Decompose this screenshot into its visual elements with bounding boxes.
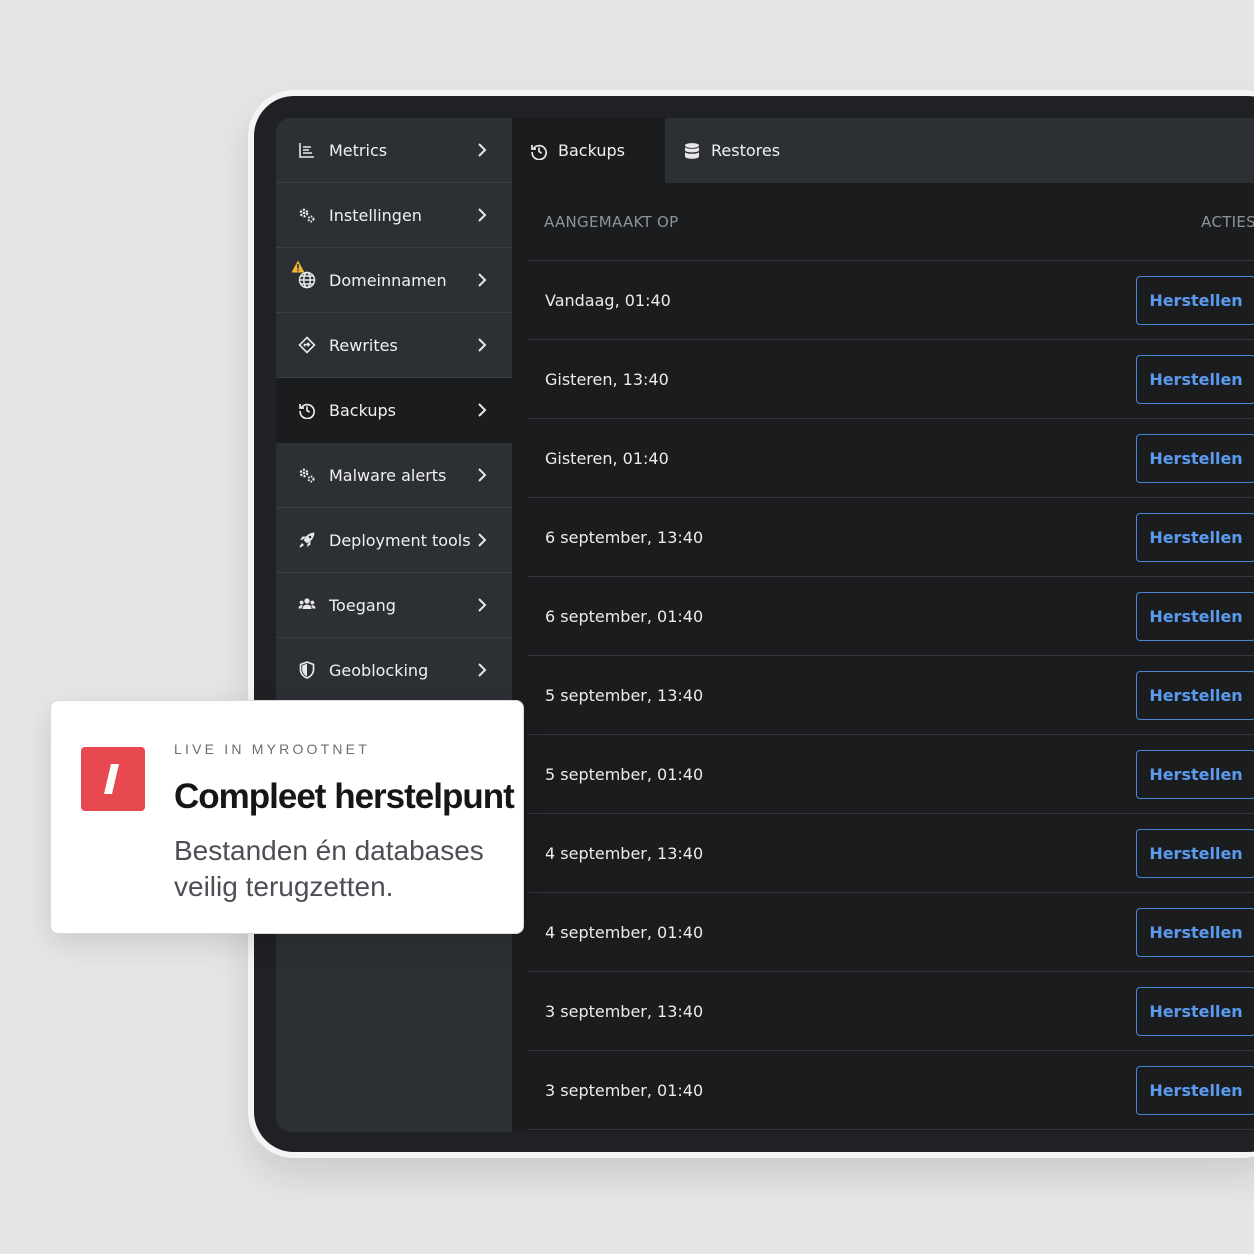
- restore-button[interactable]: Herstellen: [1136, 670, 1254, 720]
- table-row: Vandaag, 01:40 Herstellen: [528, 261, 1254, 340]
- table-row: 3 september, 01:40 Herstellen: [528, 1051, 1254, 1130]
- gears-icon: [298, 466, 316, 484]
- device-frame: Metrics Instellingen Domeinnamen Rewrite…: [248, 90, 1254, 1158]
- sidebar-item-label: Geoblocking: [329, 660, 429, 680]
- sidebar-item-domeinnamen[interactable]: Domeinnamen: [276, 248, 512, 313]
- backup-date: Gisteren, 01:40: [545, 448, 669, 468]
- backup-date: 3 september, 01:40: [545, 1080, 704, 1100]
- chevron-right-icon: [478, 533, 487, 547]
- column-header-actions: ACTIES: [1201, 212, 1254, 231]
- chevron-right-icon: [478, 143, 487, 157]
- restore-button[interactable]: Herstellen: [1136, 986, 1254, 1036]
- restore-button[interactable]: Herstellen: [1136, 433, 1254, 483]
- tab-label: Backups: [558, 141, 625, 160]
- card-title: Compleet herstelpunt: [174, 777, 515, 816]
- sidebar-item-backups[interactable]: Backups: [276, 378, 512, 443]
- history-icon: [531, 144, 547, 160]
- diamond-arrow-icon: [298, 336, 316, 354]
- table-row: 3 september, 13:40 Herstellen: [528, 972, 1254, 1051]
- sidebar-item-instellingen[interactable]: Instellingen: [276, 183, 512, 248]
- backup-date: 4 september, 13:40: [545, 843, 704, 863]
- chevron-right-icon: [478, 468, 487, 482]
- sidebar-item-label: Malware alerts: [329, 465, 447, 485]
- card-kicker: LIVE IN MYROOTNET: [174, 741, 370, 757]
- tab-label: Restores: [711, 141, 781, 160]
- table-row: Gisteren, 01:40 Herstellen: [528, 419, 1254, 498]
- database-icon: [685, 142, 699, 159]
- card-description: Bestanden én databases veilig terugzette…: [174, 835, 484, 902]
- restore-button[interactable]: Herstellen: [1136, 512, 1254, 562]
- sidebar-item-metrics[interactable]: Metrics: [276, 118, 512, 183]
- sidebar-item-toegang[interactable]: Toegang: [276, 573, 512, 638]
- column-header-created: AANGEMAAKT OP: [544, 212, 679, 231]
- restore-button[interactable]: Herstellen: [1136, 354, 1254, 404]
- sidebar-item-label: Deployment tools: [329, 530, 471, 550]
- rocket-icon: [298, 531, 316, 549]
- sidebar-item-label: Rewrites: [329, 335, 398, 355]
- restore-button[interactable]: Herstellen: [1136, 591, 1254, 641]
- sidebar-item-label: Instellingen: [329, 205, 422, 225]
- feature-card: LIVE IN MYROOTNET Compleet herstelpunt B…: [50, 700, 524, 934]
- sidebar-item-label: Backups: [329, 400, 396, 420]
- chevron-right-icon: [478, 208, 487, 222]
- backup-date: 5 september, 13:40: [545, 685, 704, 705]
- table-row: 4 september, 13:40 Herstellen: [528, 814, 1254, 893]
- shield-icon: [298, 661, 316, 679]
- chevron-right-icon: [478, 273, 487, 287]
- sidebar-item-deployment-tools[interactable]: Deployment tools: [276, 508, 512, 573]
- backup-date: 6 september, 13:40: [545, 527, 704, 547]
- backups-table: AANGEMAAKT OP ACTIES Vandaag, 01:40 Hers…: [512, 183, 1254, 1132]
- table-row: 5 september, 01:40 Herstellen: [528, 735, 1254, 814]
- restore-button[interactable]: Herstellen: [1136, 275, 1254, 325]
- table-row: 5 september, 13:40 Herstellen: [528, 656, 1254, 735]
- table-row: 4 september, 01:40 Herstellen: [528, 893, 1254, 972]
- table-body: Vandaag, 01:40 Herstellen Gisteren, 13:4…: [528, 261, 1254, 1130]
- backup-date: 6 september, 01:40: [545, 606, 704, 626]
- tab-bar: Backups Restores: [512, 118, 1254, 183]
- backup-date: 3 september, 13:40: [545, 1001, 704, 1021]
- backup-date: Gisteren, 13:40: [545, 369, 669, 389]
- table-header: AANGEMAAKT OP ACTIES: [528, 183, 1254, 261]
- brand-logo: [81, 747, 145, 811]
- app-screen: Metrics Instellingen Domeinnamen Rewrite…: [276, 118, 1254, 1132]
- restore-button[interactable]: Herstellen: [1136, 907, 1254, 957]
- backup-date: 4 september, 01:40: [545, 922, 704, 942]
- restore-button[interactable]: Herstellen: [1136, 749, 1254, 799]
- globe-icon: [298, 271, 316, 289]
- chevron-right-icon: [478, 598, 487, 612]
- chevron-right-icon: [478, 338, 487, 352]
- sidebar-item-malware-alerts[interactable]: Malware alerts: [276, 443, 512, 508]
- table-row: 6 september, 13:40 Herstellen: [528, 498, 1254, 577]
- metrics-icon: [298, 141, 316, 159]
- chevron-right-icon: [478, 663, 487, 677]
- table-row: 6 september, 01:40 Herstellen: [528, 577, 1254, 656]
- users-icon: [298, 596, 316, 614]
- sidebar-item-label: Toegang: [329, 595, 396, 615]
- sidebar-item-geoblocking[interactable]: Geoblocking: [276, 638, 512, 703]
- history-icon: [298, 401, 316, 419]
- restore-button[interactable]: Herstellen: [1136, 828, 1254, 878]
- restore-button[interactable]: Herstellen: [1136, 1065, 1254, 1115]
- backup-date: Vandaag, 01:40: [545, 290, 671, 310]
- chevron-right-icon: [478, 403, 487, 417]
- sidebar-item-rewrites[interactable]: Rewrites: [276, 313, 512, 378]
- gears-icon: [298, 206, 316, 224]
- backup-date: 5 september, 01:40: [545, 764, 704, 784]
- table-row: Gisteren, 13:40 Herstellen: [528, 340, 1254, 419]
- tab-restores[interactable]: Restores: [665, 118, 798, 183]
- sidebar-item-label: Domeinnamen: [329, 270, 447, 290]
- sidebar-item-label: Metrics: [329, 140, 388, 160]
- device-bezel: Metrics Instellingen Domeinnamen Rewrite…: [254, 96, 1254, 1152]
- tab-backups[interactable]: Backups: [512, 118, 665, 183]
- slash-logo-icon: [104, 764, 119, 794]
- sidebar: Metrics Instellingen Domeinnamen Rewrite…: [276, 118, 512, 1132]
- warning-icon: [291, 260, 305, 273]
